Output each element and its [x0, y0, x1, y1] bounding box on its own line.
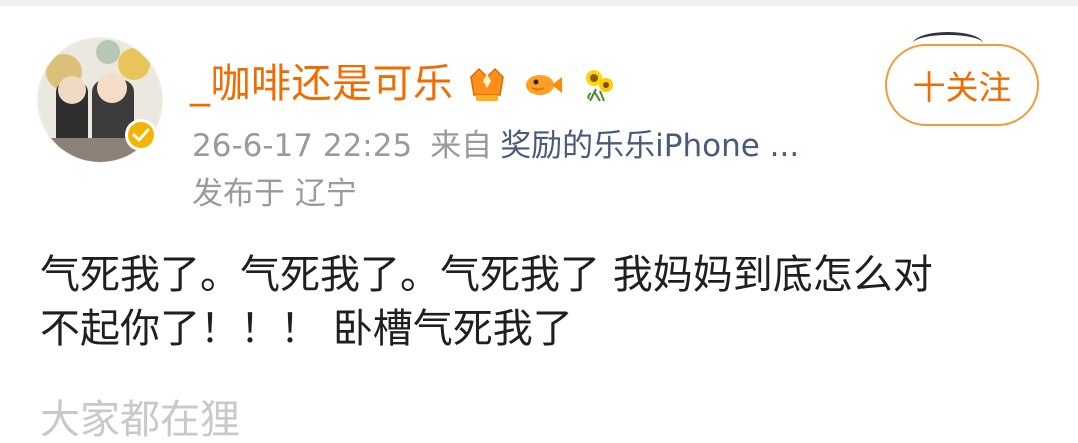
- avatar-container[interactable]: [34, 34, 166, 166]
- username-row: _咖啡还是可乐: [190, 58, 622, 110]
- from-label: 来自: [430, 128, 493, 164]
- meta-line: 26-6-17 22:25 来自 奖励的乐乐iPhone ...: [192, 128, 799, 164]
- location: 发布于 辽宁: [192, 176, 357, 212]
- follow-button[interactable]: 十关注: [885, 44, 1039, 126]
- timestamp: 26-6-17 22:25: [192, 128, 413, 164]
- sunflower-badge-icon: [585, 70, 613, 102]
- top-band: [0, 0, 1078, 6]
- post-content: 气死我了。气死我了。气死我了 我妈妈到底怎么对 不起你了！！！ 卧槽气死我了: [40, 252, 933, 352]
- crown-badge-icon: [469, 67, 504, 101]
- fish-badge-icon: [525, 75, 562, 95]
- username[interactable]: _咖啡还是可乐: [190, 64, 454, 104]
- source-link[interactable]: 奖励的乐乐iPhone ...: [500, 128, 799, 164]
- verified-badge-icon: [125, 119, 157, 151]
- partial-text: 大家都在狸: [40, 397, 240, 443]
